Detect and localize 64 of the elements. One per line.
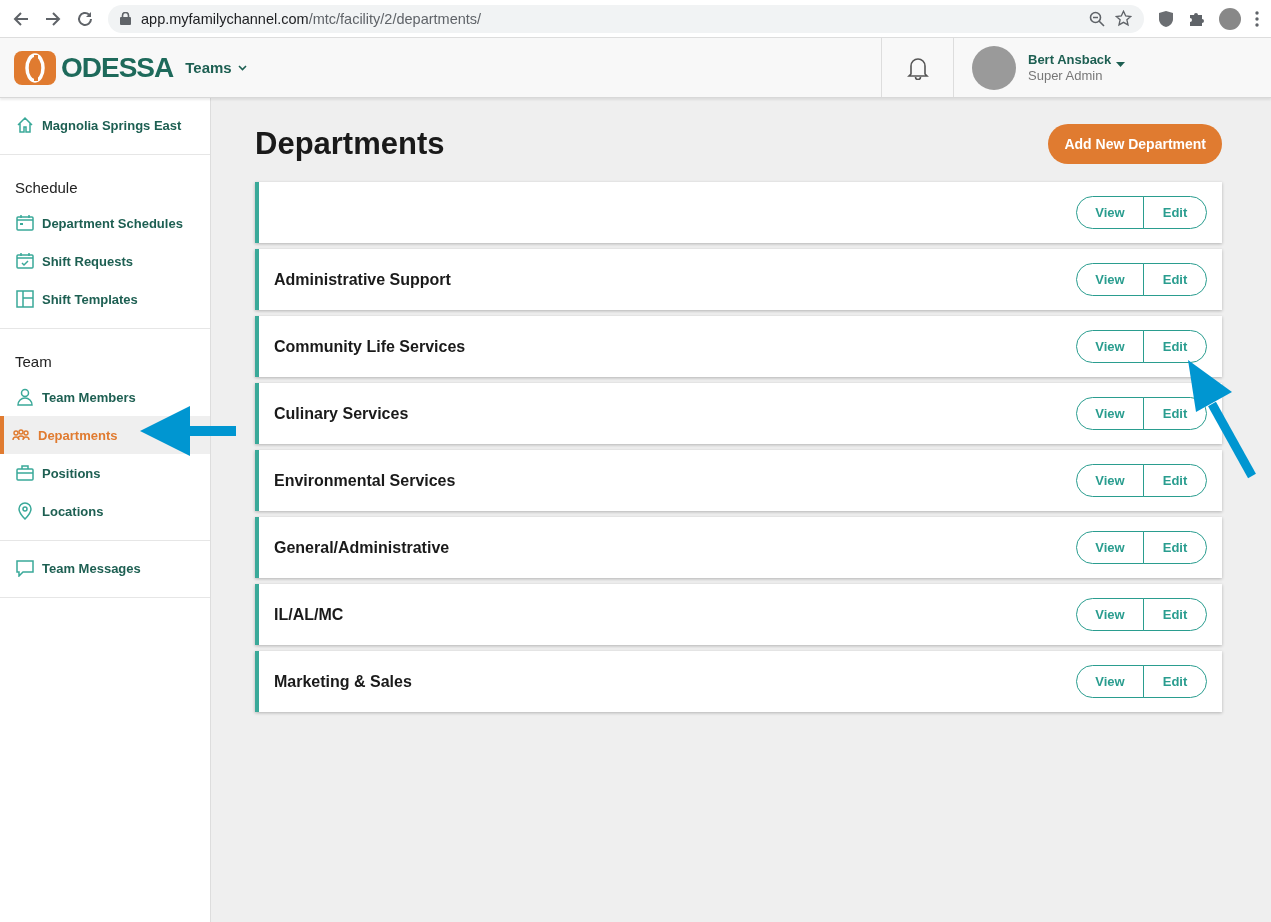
address-bar[interactable]: app.myfamilychannel.com/mtc/facility/2/departments/ (108, 4, 1144, 33)
view-button[interactable]: View (1075, 330, 1145, 363)
view-button[interactable]: View (1075, 665, 1145, 698)
department-name: IL/AL/MC (274, 605, 345, 624)
menu-icon[interactable] (1255, 10, 1259, 27)
department-name: Marketing & Sales (274, 672, 413, 691)
user-name[interactable]: Bert Ansback (1028, 52, 1112, 67)
teams-menu[interactable]: Teams (185, 38, 247, 97)
back-icon[interactable] (12, 9, 30, 28)
calendar-check-icon (16, 252, 34, 270)
edit-button[interactable]: Edit (1143, 598, 1207, 631)
edit-button[interactable]: Edit (1143, 665, 1207, 698)
edit-button[interactable]: Edit (1143, 196, 1207, 229)
nav-item[interactable]: Magnolia Springs East (0, 106, 210, 144)
edit-button[interactable]: Edit (1143, 330, 1207, 363)
department-name: General/Administrative (274, 538, 451, 557)
nav-item[interactable]: Shift Requests (0, 242, 210, 280)
department-name: Environmental Services (274, 471, 457, 490)
logo-icon (14, 50, 56, 85)
nav-item[interactable]: Shift Templates (0, 280, 210, 318)
nav-item[interactable]: Locations (0, 492, 210, 530)
view-button[interactable]: View (1075, 598, 1145, 631)
section-heading: Schedule (14, 178, 79, 198)
forward-icon[interactable] (44, 9, 62, 28)
user-avatar[interactable] (972, 45, 1016, 90)
edit-button[interactable]: Edit (1143, 531, 1207, 564)
speech-bubble-icon (16, 559, 34, 577)
reload-icon[interactable] (76, 9, 94, 28)
edit-button[interactable]: Edit (1143, 263, 1207, 296)
map-pin-icon (16, 502, 34, 520)
section-heading: Team (14, 352, 53, 372)
add-department-button[interactable]: Add New Department (1048, 124, 1222, 164)
profile-avatar[interactable] (1219, 7, 1241, 30)
puzzle-icon[interactable] (1188, 10, 1205, 27)
bell-icon[interactable] (906, 55, 929, 80)
department-name: Community Life Services (274, 337, 467, 356)
view-button[interactable]: View (1075, 531, 1145, 564)
url-text: app.myfamilychannel.com/mtc/facility/2/departments/ (141, 10, 482, 27)
edit-button[interactable]: Edit (1143, 397, 1207, 430)
edit-button[interactable]: Edit (1143, 464, 1207, 497)
nav-item[interactable]: Department Schedules (0, 204, 210, 242)
nav-item[interactable]: Team Messages (0, 549, 210, 587)
shield-icon[interactable] (1158, 9, 1174, 28)
star-icon[interactable] (1115, 10, 1132, 27)
logo-text: ODESSA (61, 50, 174, 85)
nav-item[interactable]: Team Members (0, 378, 210, 416)
view-button[interactable]: View (1075, 196, 1145, 229)
nav-item[interactable]: Positions (0, 454, 210, 492)
layout-icon (16, 290, 34, 308)
caret-icon[interactable] (1116, 62, 1126, 67)
calendar-icon (16, 214, 34, 232)
view-button[interactable]: View (1075, 263, 1145, 296)
briefcase-icon (16, 464, 34, 482)
view-button[interactable]: View (1075, 397, 1145, 430)
department-name: Culinary Services (274, 404, 410, 423)
user-role: Super Admin (1028, 68, 1104, 83)
page-title: Departments (255, 126, 445, 162)
chevron-icon (237, 64, 247, 71)
home-icon (16, 116, 34, 134)
zoom-out-icon[interactable] (1089, 10, 1105, 27)
person-icon (16, 388, 34, 406)
department-name: Administrative Support (274, 270, 452, 289)
view-button[interactable]: View (1075, 464, 1145, 497)
lock-icon (120, 12, 131, 25)
